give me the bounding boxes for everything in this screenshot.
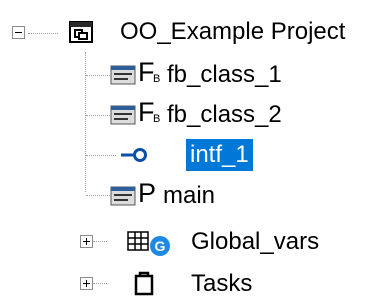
- tree-node-label: main: [163, 182, 216, 209]
- tasks-icon: [134, 271, 154, 296]
- tree-node-main[interactable]: P main: [0, 178, 392, 214]
- interface-icon: [121, 148, 147, 162]
- project-icon: [69, 21, 93, 43]
- tree-node-label: intf_1: [186, 139, 253, 171]
- tree-node-label: Tasks: [191, 270, 253, 297]
- expand-toggle[interactable]: [80, 277, 93, 290]
- tree-node-tasks[interactable]: Tasks: [0, 266, 392, 302]
- function-block-icon: [110, 65, 136, 85]
- tree-node-intf-1[interactable]: intf_1: [0, 137, 392, 173]
- tree-node-label: OO_Example Project: [120, 18, 346, 45]
- type-subscript: B: [153, 73, 161, 85]
- expand-toggle[interactable]: [80, 235, 93, 248]
- tree-node-label: Global_vars: [191, 228, 320, 255]
- badge-letter: G: [155, 238, 166, 254]
- project-tree: OO_Example Project F B fb_class_1 F B fb…: [0, 0, 392, 302]
- tree-node-fb-class-1[interactable]: F B fb_class_1: [0, 57, 392, 93]
- tree-node-label: fb_class_2: [167, 101, 282, 128]
- tree-node-label: fb_class_1: [167, 61, 282, 88]
- type-subscript: B: [153, 113, 161, 125]
- program-icon: [110, 186, 136, 206]
- tree-node-global-vars[interactable]: G Global_vars: [0, 224, 392, 260]
- collapse-toggle[interactable]: [12, 26, 25, 39]
- tree-node-fb-class-2[interactable]: F B fb_class_2: [0, 97, 392, 133]
- tree-node-root[interactable]: OO_Example Project: [0, 14, 392, 50]
- global-badge-icon: G: [150, 236, 170, 256]
- type-letter: P: [138, 178, 157, 208]
- function-block-icon: [110, 105, 136, 125]
